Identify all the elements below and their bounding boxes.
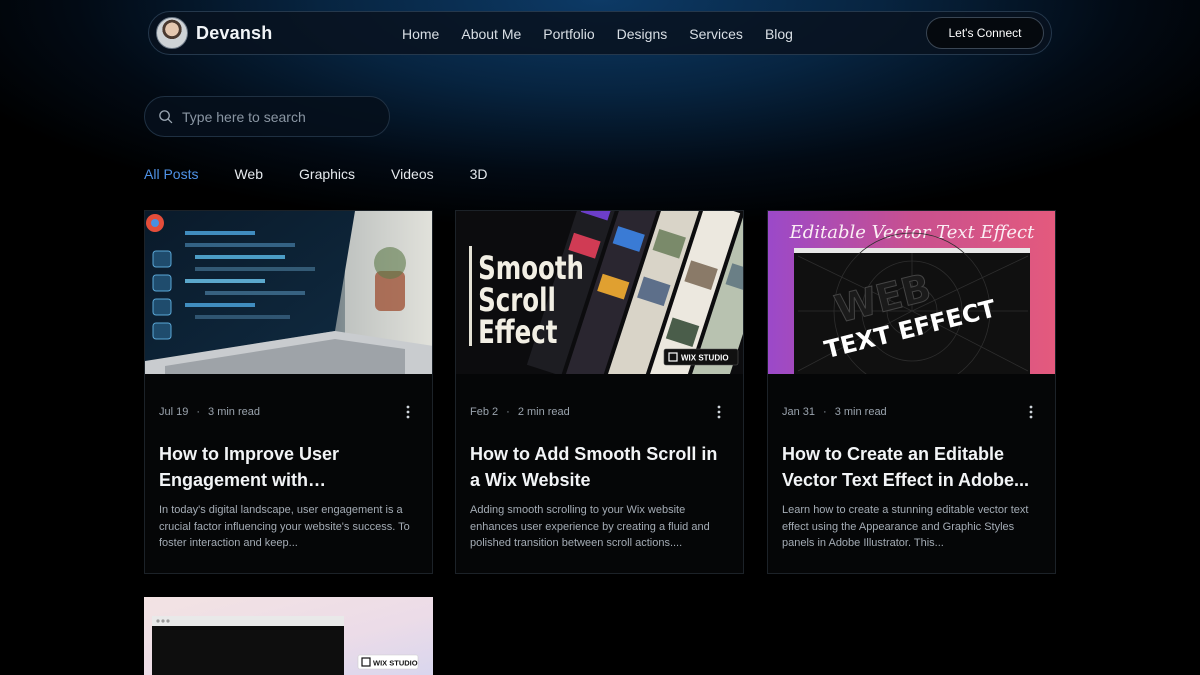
search-input[interactable]	[182, 108, 372, 125]
post-read-time: 3 min read	[208, 406, 261, 418]
post-meta: Jul 19 · 3 min read	[159, 406, 260, 418]
lets-connect-button[interactable]: Let's Connect	[926, 17, 1044, 49]
nav-link-designs[interactable]: Designs	[617, 26, 668, 42]
post-thumbnail[interactable]	[145, 211, 432, 374]
filter-3d[interactable]: 3D	[470, 166, 488, 182]
nav-link-portfolio[interactable]: Portfolio	[543, 26, 594, 42]
wix-studio-badge: WIX STUDIO	[373, 659, 418, 668]
smooth-scroll-image: Smooth Scroll Effect WIX STUDIO	[456, 211, 743, 374]
post-card-2[interactable]: Smooth Scroll Effect WIX STUDIO Feb 2 · …	[455, 210, 744, 574]
post-excerpt: Learn how to create a stunning editable …	[782, 504, 1029, 549]
post-excerpt: In today's digital landscape, user engag…	[159, 504, 410, 549]
avatar	[156, 17, 188, 49]
more-options-icon[interactable]	[402, 404, 414, 420]
post-card-4[interactable]: WIX STUDIO	[144, 597, 433, 675]
filter-videos[interactable]: Videos	[391, 166, 434, 182]
more-options-icon[interactable]	[1025, 404, 1037, 420]
filter-web[interactable]: Web	[234, 166, 263, 182]
thumb-text-effect: Effect	[478, 314, 558, 352]
post-title[interactable]: How to Create an Editable Vector Text Ef…	[782, 441, 1044, 493]
filter-all-posts[interactable]: All Posts	[144, 166, 198, 182]
post-meta: Feb 2 · 2 min read	[470, 406, 570, 418]
nav-link-blog[interactable]: Blog	[765, 26, 793, 42]
meta-separator: ·	[196, 406, 201, 418]
post-meta: Jan 31 · 3 min read	[782, 406, 887, 418]
post-thumbnail[interactable]: WIX STUDIO	[144, 597, 433, 675]
post-title[interactable]: How to Add Smooth Scroll in a Wix Websit…	[470, 441, 732, 493]
post-read-time: 3 min read	[834, 406, 887, 418]
top-navbar: Devansh Home About Me Portfolio Designs …	[148, 11, 1052, 55]
category-filters: All Posts Web Graphics Videos 3D	[144, 164, 524, 184]
post-card-1[interactable]: Jul 19 · 3 min read How to Improve User …	[144, 210, 433, 574]
laptop-code-image	[145, 211, 432, 374]
brand-name: Devansh	[196, 22, 273, 43]
vector-text-effect-image: Editable Vector Text Effect WEB TEXT EFF…	[768, 211, 1055, 374]
post-thumbnail[interactable]: Editable Vector Text Effect WEB TEXT EFF…	[768, 211, 1055, 374]
nav-link-about-me[interactable]: About Me	[461, 26, 521, 42]
more-options-icon[interactable]	[713, 404, 725, 420]
post-thumbnail[interactable]: Smooth Scroll Effect WIX STUDIO	[456, 211, 743, 374]
search-icon	[159, 110, 173, 124]
nav-links: Home About Me Portfolio Designs Services…	[402, 12, 815, 56]
meta-separator: ·	[823, 406, 827, 418]
post-read-time: 2 min read	[517, 406, 570, 418]
thumb-heading: Editable Vector Text Effect	[789, 222, 1036, 243]
post-title[interactable]: How to Improve User Engagement with Resp…	[159, 441, 421, 493]
wix-studio-badge: WIX STUDIO	[681, 354, 729, 363]
post-date: Feb 2	[470, 406, 499, 418]
post-card-3[interactable]: Editable Vector Text Effect WEB TEXT EFF…	[767, 210, 1056, 574]
filter-graphics[interactable]: Graphics	[299, 166, 355, 182]
meta-separator: ·	[506, 406, 510, 418]
nav-link-services[interactable]: Services	[689, 26, 743, 42]
post-excerpt: Adding smooth scrolling to your Wix webs…	[470, 504, 710, 549]
brand[interactable]: Devansh	[156, 17, 272, 49]
post-date: Jan 31	[782, 406, 816, 418]
search-bar	[144, 96, 390, 137]
post-date: Jul 19	[159, 406, 189, 418]
nav-link-home[interactable]: Home	[402, 26, 439, 42]
